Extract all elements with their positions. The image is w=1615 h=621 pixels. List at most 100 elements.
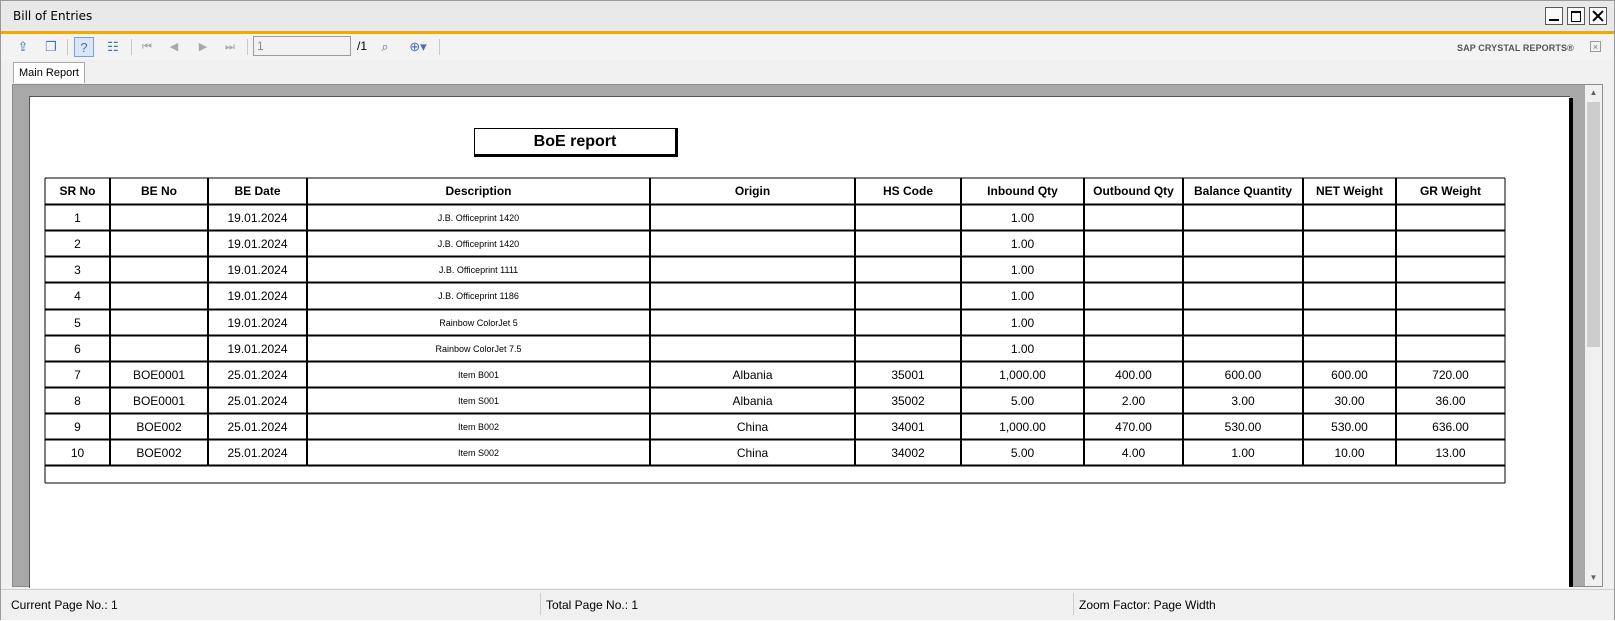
- cell-balance-quantity: 530.00: [1224, 420, 1262, 434]
- column-header-description: Description: [445, 184, 512, 198]
- cell-description: Item S002: [457, 448, 500, 458]
- cell-be-date: 25.01.2024: [227, 394, 288, 408]
- cell-net-weight: 30.00: [1334, 394, 1365, 408]
- cell-origin: [650, 231, 855, 258]
- cell-sr-no: 10: [70, 446, 85, 460]
- cell-hs-code: 35002: [891, 394, 925, 408]
- cell-hs-code: [855, 205, 961, 232]
- cell-inbound-qty: 1.00: [1010, 263, 1035, 277]
- cell-net-weight: [1303, 231, 1396, 258]
- cell-be-date: 25.01.2024: [227, 420, 288, 434]
- cell-gr-weight: 13.00: [1435, 446, 1466, 460]
- cell-description: J.B. Officeprint 1420: [437, 239, 520, 249]
- cell-hs-code: 34002: [891, 446, 925, 460]
- cell-sr-no: 3: [74, 263, 81, 277]
- cell-sr-no: 4: [74, 289, 81, 303]
- status-separator: [1073, 593, 1074, 615]
- cell-hs-code: 35001: [891, 368, 925, 382]
- cell-hs-code: 34001: [891, 420, 925, 434]
- cell-net-weight: [1303, 257, 1396, 284]
- cell-inbound-qty: 1,000.00: [999, 420, 1046, 434]
- cell-hs-code: [855, 336, 961, 363]
- cell-net-weight: [1303, 310, 1396, 337]
- cell-be-date: 25.01.2024: [227, 368, 288, 382]
- column-header-balance-quantity: Balance Quantity: [1193, 184, 1293, 198]
- cell-origin: Albania: [732, 368, 773, 382]
- cell-gr-weight: [1396, 231, 1505, 258]
- cell-description: J.B. Officeprint 1420: [437, 213, 520, 223]
- cell-be-no: [110, 257, 208, 284]
- cell-balance-quantity: [1183, 283, 1303, 310]
- cell-be-no: BOE0001: [132, 368, 186, 382]
- cell-description: Item B002: [457, 422, 500, 432]
- column-header-hs-code: HS Code: [882, 184, 933, 198]
- cell-gr-weight: [1396, 310, 1505, 337]
- cell-sr-no: 6: [74, 342, 81, 356]
- cell-net-weight: 600.00: [1331, 368, 1368, 382]
- cell-origin: China: [736, 446, 769, 460]
- cell-balance-quantity: 600.00: [1224, 368, 1262, 382]
- cell-gr-weight: [1396, 257, 1505, 284]
- cell-outbound-qty: [1084, 205, 1183, 232]
- cell-inbound-qty: 1,000.00: [999, 368, 1046, 382]
- cell-origin: [650, 257, 855, 284]
- cell-outbound-qty: 4.00: [1121, 446, 1146, 460]
- cell-description: J.B. Officeprint 1111: [438, 265, 519, 275]
- cell-description: Item S001: [457, 396, 500, 406]
- cell-outbound-qty: 470.00: [1115, 420, 1152, 434]
- cell-sr-no: 8: [74, 394, 81, 408]
- column-header-be-no: BE No: [141, 184, 177, 198]
- cell-inbound-qty: 1.00: [1010, 211, 1035, 225]
- cell-net-weight: 530.00: [1331, 420, 1368, 434]
- cell-gr-weight: [1396, 336, 1505, 363]
- cell-sr-no: 2: [74, 237, 81, 251]
- cell-origin: Albania: [732, 394, 773, 408]
- cell-be-date: 19.01.2024: [227, 342, 288, 356]
- status-separator: [540, 593, 541, 615]
- cell-gr-weight: 720.00: [1432, 368, 1469, 382]
- cell-inbound-qty: 5.00: [1010, 394, 1035, 408]
- cell-outbound-qty: [1084, 283, 1183, 310]
- cell-inbound-qty: 1.00: [1010, 342, 1035, 356]
- cell-be-no: [110, 310, 208, 337]
- cell-description: J.B. Officeprint 1186: [438, 291, 519, 301]
- column-header-gr-weight: GR Weight: [1419, 184, 1482, 198]
- cell-sr-no: 7: [74, 368, 81, 382]
- cell-inbound-qty: 1.00: [1010, 316, 1035, 330]
- cell-be-no: [110, 283, 208, 310]
- cell-be-no: [110, 336, 208, 363]
- cell-description: Rainbow ColorJet 5: [439, 318, 518, 328]
- cell-balance-quantity: [1183, 336, 1303, 363]
- cell-outbound-qty: 400.00: [1115, 368, 1152, 382]
- cell-sr-no: 5: [74, 316, 81, 330]
- cell-be-date: 25.01.2024: [227, 446, 288, 460]
- column-header-outbound-qty: Outbound Qty: [1093, 184, 1174, 198]
- cell-be-date: 19.01.2024: [227, 211, 288, 225]
- cell-net-weight: [1303, 205, 1396, 232]
- cell-inbound-qty: 1.00: [1010, 237, 1035, 251]
- cell-balance-quantity: [1183, 231, 1303, 258]
- cell-sr-no: 9: [74, 420, 81, 434]
- status-bar: Current Page No.: 1 Total Page No.: 1 Zo…: [1, 589, 1614, 620]
- cell-origin: China: [736, 420, 769, 434]
- cell-hs-code: [855, 257, 961, 284]
- column-header-inbound-qty: Inbound Qty: [987, 184, 1058, 198]
- cell-outbound-qty: [1084, 257, 1183, 284]
- cell-sr-no: 1: [74, 211, 81, 225]
- cell-be-no: BOE0001: [132, 394, 186, 408]
- cell-gr-weight: [1396, 283, 1505, 310]
- cell-inbound-qty: 5.00: [1010, 446, 1035, 460]
- cell-hs-code: [855, 310, 961, 337]
- cell-gr-weight: 36.00: [1435, 394, 1466, 408]
- current-page-status: Current Page No.: 1: [11, 598, 118, 612]
- cell-balance-quantity: [1183, 310, 1303, 337]
- cell-hs-code: [855, 231, 961, 258]
- cell-be-date: 19.01.2024: [227, 289, 288, 303]
- cell-origin: [650, 336, 855, 363]
- cell-balance-quantity: 3.00: [1231, 394, 1255, 408]
- cell-be-date: 19.01.2024: [227, 263, 288, 277]
- cell-description: Rainbow ColorJet 7.5: [435, 344, 522, 354]
- cell-hs-code: [855, 283, 961, 310]
- cell-net-weight: [1303, 336, 1396, 363]
- cell-inbound-qty: 1.00: [1010, 289, 1035, 303]
